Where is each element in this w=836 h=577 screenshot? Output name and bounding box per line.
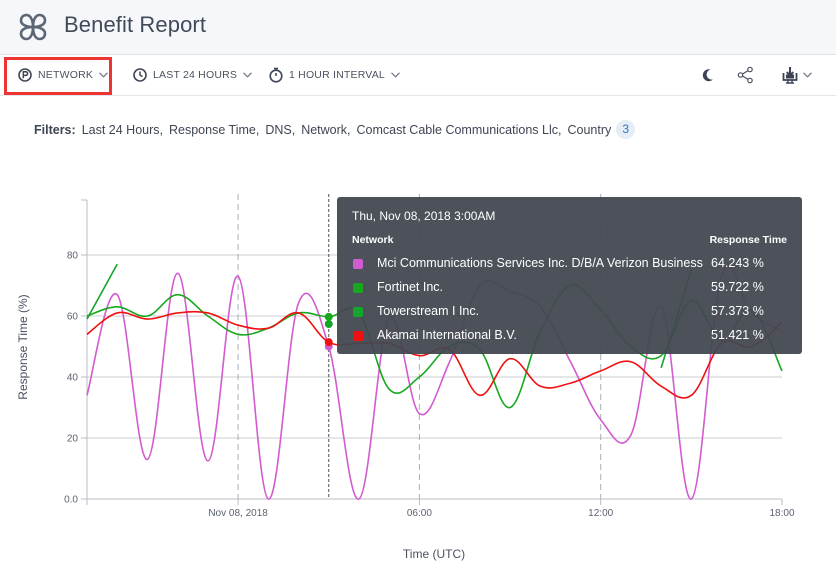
tooltip-value-header: Response Time bbox=[709, 234, 787, 246]
series-swatch bbox=[353, 259, 363, 269]
tooltip-network-header: Network bbox=[352, 234, 394, 246]
tooltip-row: Akamai International B.V. 51.421 % bbox=[352, 328, 787, 346]
hover-point-3 bbox=[324, 338, 333, 347]
tooltip-date: Thu, Nov 08, 2018 3:00AM bbox=[352, 209, 496, 223]
x-tick-label: 12:00 bbox=[588, 508, 613, 519]
tooltip-row-value: 59.722 % bbox=[711, 280, 764, 294]
y-tick-label: 0.0 bbox=[64, 495, 78, 506]
tooltip-row-name: Mci Communications Services Inc. D/B/A V… bbox=[377, 256, 703, 270]
series-swatch bbox=[353, 331, 363, 341]
y-tick-label: 80 bbox=[67, 251, 79, 262]
y-tick-label: 20 bbox=[67, 434, 79, 445]
tooltip-row-name: Fortinet Inc. bbox=[377, 280, 443, 294]
tooltip-row-name: Towerstream I Inc. bbox=[377, 304, 480, 318]
tooltip-row: Mci Communications Services Inc. D/B/A V… bbox=[352, 256, 787, 274]
tooltip-row-value: 57.373 % bbox=[711, 304, 764, 318]
x-tick-label: Nov 08, 2018 bbox=[208, 508, 268, 519]
hover-point-1 bbox=[324, 312, 333, 321]
tooltip-row: Fortinet Inc. 59.722 % bbox=[352, 280, 787, 298]
x-tick-label: 18:00 bbox=[769, 508, 794, 519]
hover-point-2 bbox=[324, 320, 333, 329]
tooltip-row-name: Akamai International B.V. bbox=[377, 328, 517, 342]
tooltip-row: Towerstream I Inc. 57.373 % bbox=[352, 304, 787, 322]
y-tick-label: 40 bbox=[67, 373, 79, 384]
tooltip-row-value: 51.421 % bbox=[711, 328, 764, 342]
y-tick-label: 60 bbox=[67, 312, 79, 323]
series-swatch bbox=[353, 307, 363, 317]
y-axis-title: Response Time (%) bbox=[16, 294, 30, 399]
series-swatch bbox=[353, 283, 363, 293]
chart-tooltip: Thu, Nov 08, 2018 3:00AM Network Respons… bbox=[337, 197, 802, 354]
x-axis-title: Time (UTC) bbox=[403, 547, 465, 561]
tooltip-row-value: 64.243 % bbox=[711, 256, 764, 270]
x-tick-label: 06:00 bbox=[407, 508, 432, 519]
